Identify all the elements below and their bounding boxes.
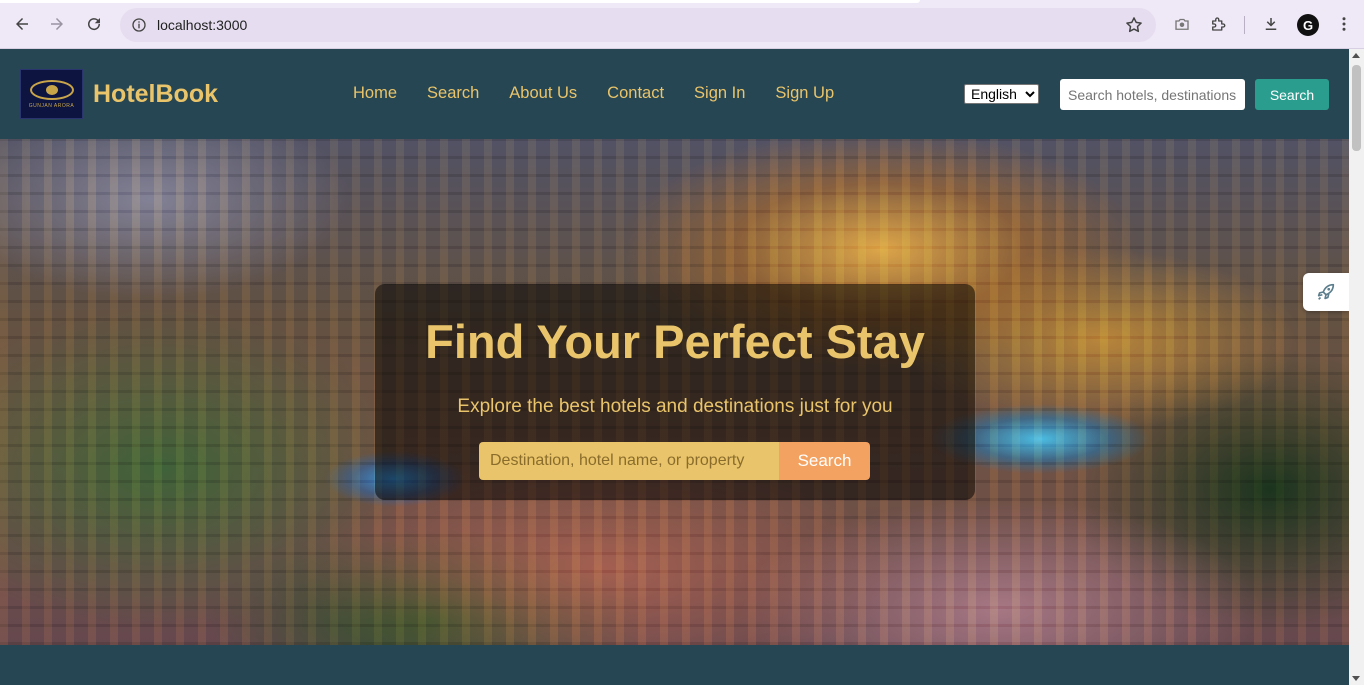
scrollbar-thumb[interactable]	[1352, 65, 1361, 151]
extensions-icon[interactable]	[1205, 11, 1231, 37]
destination-search-input[interactable]	[479, 442, 779, 480]
nav-link-home[interactable]: Home	[353, 84, 397, 103]
back-arrow-icon[interactable]	[9, 11, 35, 37]
scroll-up-arrow-icon[interactable]	[1352, 53, 1360, 58]
hero-search-button[interactable]: Search	[779, 442, 870, 480]
navbar-search-button[interactable]: Search	[1255, 79, 1329, 110]
navbar-search-input[interactable]	[1060, 79, 1245, 110]
browser-toolbar: localhost:3000 G	[0, 0, 1364, 49]
main-nav: Home Search About Us Contact Sign In Sig…	[353, 84, 834, 103]
brand-name[interactable]: HotelBook	[93, 80, 218, 109]
toolbar-separator	[1244, 16, 1245, 34]
download-icon[interactable]	[1258, 11, 1284, 37]
camera-icon[interactable]	[1169, 11, 1195, 37]
rocket-launch-button[interactable]	[1303, 273, 1349, 311]
profile-avatar-icon[interactable]: G	[1297, 14, 1319, 36]
hero-section: Find Your Perfect Stay Explore the best …	[0, 139, 1349, 645]
active-tab-edge	[0, 0, 920, 3]
nav-link-sign-in[interactable]: Sign In	[694, 84, 745, 103]
forward-arrow-icon[interactable]	[44, 11, 70, 37]
web-page: GUNJAN ARORA HotelBook Home Search About…	[0, 49, 1349, 685]
logo-ornament-icon	[29, 79, 74, 100]
nav-link-search[interactable]: Search	[427, 84, 479, 103]
rocket-icon	[1317, 283, 1335, 300]
site-info-icon[interactable]	[128, 14, 150, 36]
scroll-down-arrow-icon[interactable]	[1352, 676, 1360, 681]
nav-link-sign-up[interactable]: Sign Up	[775, 84, 834, 103]
page-scrollbar[interactable]	[1349, 49, 1364, 685]
site-navbar: GUNJAN ARORA HotelBook Home Search About…	[0, 49, 1349, 139]
logo-caption: GUNJAN ARORA	[28, 102, 75, 109]
nav-link-contact[interactable]: Contact	[607, 84, 664, 103]
hero-title: Find Your Perfect Stay	[425, 315, 925, 368]
next-section-band	[0, 645, 1349, 685]
address-bar[interactable]: localhost:3000	[120, 8, 1156, 42]
site-logo[interactable]: GUNJAN ARORA	[20, 69, 83, 119]
hero-card: Find Your Perfect Stay Explore the best …	[375, 284, 975, 500]
more-menu-icon[interactable]	[1331, 11, 1357, 37]
reload-icon[interactable]	[81, 11, 107, 37]
url-text[interactable]: localhost:3000	[157, 17, 247, 33]
bookmark-star-icon[interactable]	[1124, 15, 1144, 35]
language-select[interactable]: English	[964, 84, 1039, 104]
hero-subtitle: Explore the best hotels and destinations…	[457, 396, 893, 417]
nav-link-about-us[interactable]: About Us	[509, 84, 577, 103]
